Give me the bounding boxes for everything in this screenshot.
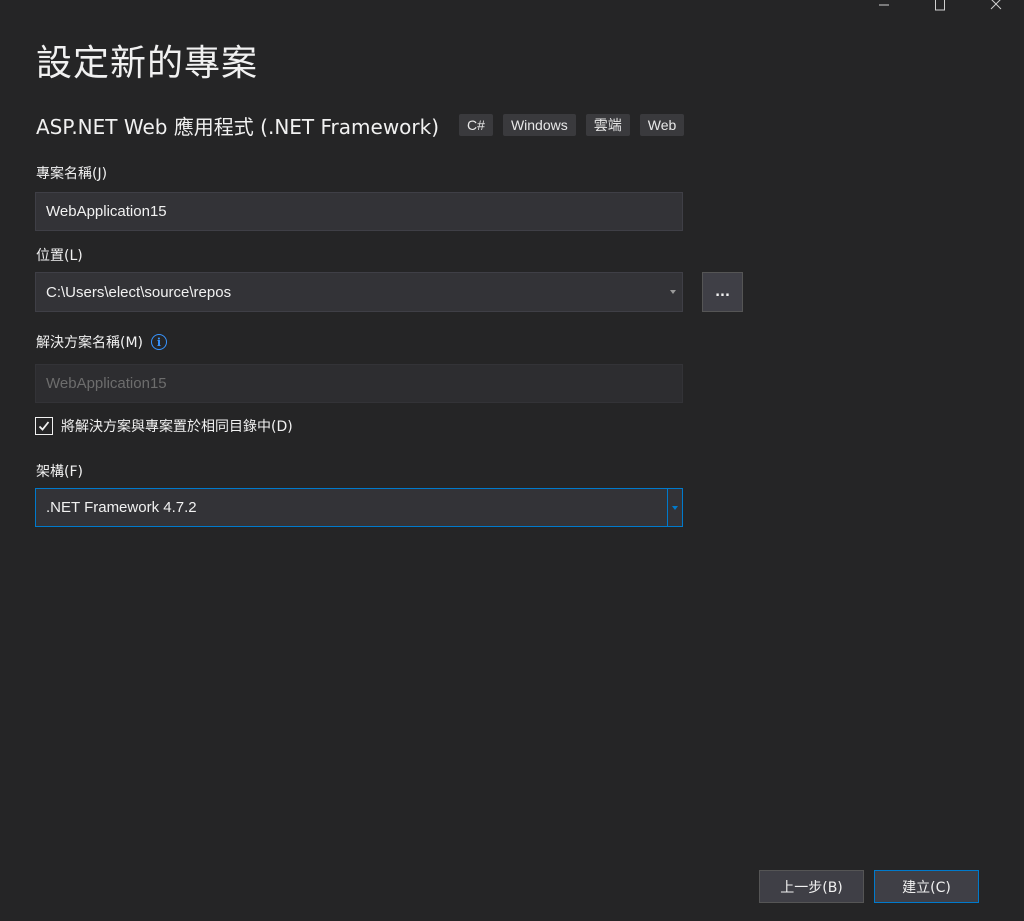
framework-value: .NET Framework 4.7.2 [46, 499, 197, 516]
template-name: ASP.NET Web 應用程式 (.NET Framework) [36, 114, 440, 139]
tag-platform: Windows [502, 114, 576, 136]
back-button[interactable]: 上一步(B) [759, 870, 864, 903]
solution-name-label-row: 解決方案名稱(M) i [36, 332, 168, 352]
window-controls [856, 0, 1024, 14]
minimize-icon [879, 4, 889, 6]
same-directory-checkbox[interactable] [35, 417, 53, 435]
solution-name-input: WebApplication15 [35, 364, 683, 403]
solution-name-label: 解決方案名稱(M) [36, 335, 144, 351]
browse-button[interactable]: ... [702, 272, 743, 312]
framework-dropdown-toggle[interactable] [667, 489, 682, 526]
tag-cloud: 雲端 [585, 114, 630, 136]
checkmark-icon [38, 421, 50, 431]
minimize-button[interactable] [856, 0, 912, 14]
close-icon [990, 0, 1002, 10]
project-name-label: 專案名稱(J) [36, 166, 108, 182]
template-header: ASP.NET Web 應用程式 (.NET Framework) C# Win… [36, 110, 694, 140]
maximize-icon [935, 0, 945, 11]
tag-language: C# [459, 114, 493, 136]
chevron-down-icon [672, 505, 678, 510]
chevron-down-icon[interactable] [670, 290, 676, 294]
solution-name-value: WebApplication15 [46, 375, 167, 392]
project-name-input[interactable]: WebApplication15 [35, 192, 683, 231]
maximize-button[interactable] [912, 0, 968, 14]
location-combobox[interactable]: C:\Users\elect\source\repos [35, 272, 683, 312]
close-button[interactable] [968, 0, 1024, 14]
project-name-value: WebApplication15 [46, 203, 167, 220]
framework-label: 架構(F) [36, 464, 83, 480]
location-value: C:\Users\elect\source\repos [46, 283, 232, 301]
tag-web: Web [639, 114, 685, 136]
framework-dropdown[interactable]: .NET Framework 4.7.2 [35, 488, 683, 527]
create-button[interactable]: 建立(C) [874, 870, 979, 903]
info-icon[interactable]: i [151, 334, 168, 350]
same-directory-option[interactable]: 將解決方案與專案置於相同目錄中(D) [35, 416, 293, 436]
location-label: 位置(L) [36, 248, 83, 264]
same-directory-label: 將解決方案與專案置於相同目錄中(D) [61, 419, 293, 435]
page-title: 設定新的專案 [36, 43, 259, 84]
